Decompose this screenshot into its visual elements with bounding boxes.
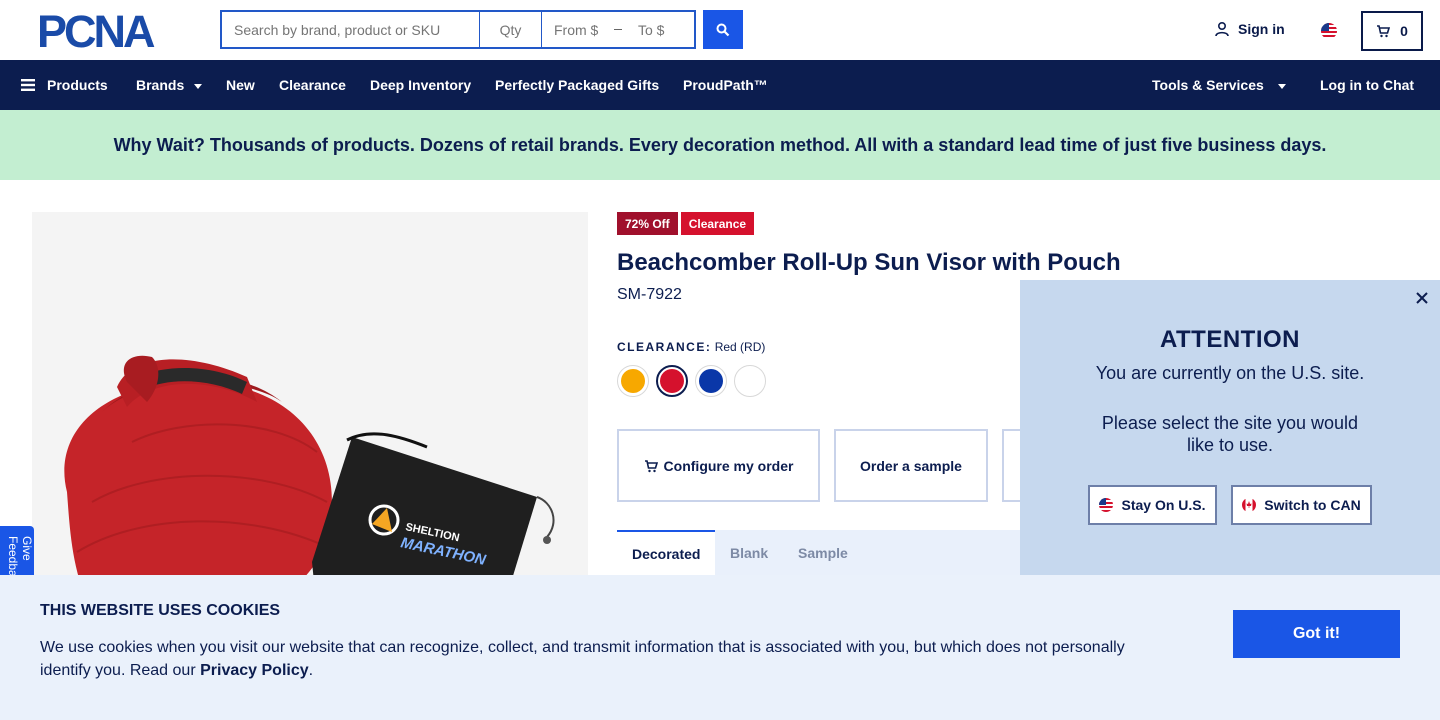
nav-chat-label: Log in to Chat [1320,77,1415,93]
privacy-policy-link[interactable]: Privacy Policy [200,662,309,679]
swatch-orange-dot [621,369,645,393]
promo-text: Why Wait? Thousands of products. Dozens … [113,134,1327,155]
product-title: Beachcomber Roll-Up Sun Visor with Pouch [617,249,1121,276]
cookie-banner: THIS WEBSITE USES COOKIES We use cookies… [0,575,1440,720]
switch-can-button[interactable]: Switch to CAN [1231,485,1372,525]
nav-proudpath[interactable]: ProudPath™ [683,60,768,110]
nav-deep-inventory[interactable]: Deep Inventory [370,60,471,110]
nav-proudpath-label: ProudPath™ [683,77,768,93]
cookie-period: . [308,662,314,679]
cart-icon [1377,25,1391,38]
nav-gifts[interactable]: Perfectly Packaged Gifts [495,60,659,110]
site-selection-popup: ATTENTION You are currently on the U.S. … [1020,280,1440,575]
order-sample-button[interactable]: Order a sample [834,429,988,502]
product-image[interactable]: SHELTION MARATHON [32,212,588,612]
search-button[interactable] [703,10,743,49]
cart-count: 0 [1400,23,1408,39]
color-label-prefix: CLEARANCE: [617,340,712,354]
nav-brands[interactable]: Brands [136,60,203,110]
main-nav: Products Brands New Clearance Deep Inven… [0,60,1440,110]
swatch-white[interactable] [734,365,766,397]
order-sample-label: Order a sample [860,457,962,474]
tab-blank[interactable]: Blank [730,530,768,575]
nav-new[interactable]: New [226,60,255,110]
tab-decorated-label: Decorated [632,545,701,562]
swatch-red-dot [660,369,684,393]
cart-button[interactable]: 0 [1361,11,1423,51]
cart-icon [644,459,658,472]
nav-gifts-label: Perfectly Packaged Gifts [495,77,660,93]
user-icon [1215,21,1229,37]
order-tabs: Decorated Blank Sample [617,530,1077,575]
us-flag-icon [1099,498,1114,512]
logo-text: PCNA [37,12,155,50]
color-value: Red (RD) [714,340,766,354]
attention-message-select: Please select the site you would like to… [1101,413,1359,455]
color-label: CLEARANCE: Red (RD) [617,340,765,354]
configure-order-button[interactable]: Configure my order [617,429,820,502]
tab-blank-label: Blank [730,544,769,561]
search-input[interactable] [222,12,480,47]
nav-clearance-label: Clearance [279,77,346,93]
color-swatches [617,365,766,397]
switch-can-label: Switch to CAN [1264,497,1361,513]
search-group [220,10,696,49]
price-to-input[interactable] [626,12,694,47]
nav-brands-label: Brands [136,77,185,93]
swatch-orange[interactable] [617,365,649,397]
nav-chat-login[interactable]: Log in to Chat [1320,60,1414,110]
nav-products-label: Products [47,77,108,93]
search-icon [716,23,730,36]
chevron-down-icon [1277,83,1286,89]
cookie-accept-button[interactable]: Got it! [1233,610,1400,658]
price-dash [614,29,622,30]
stay-us-label: Stay On U.S. [1121,497,1206,513]
product-sku: SM-7922 [617,286,682,303]
configure-order-label: Configure my order [663,457,794,474]
sign-in-link[interactable]: Sign in [1214,21,1285,37]
nav-products[interactable]: Products [21,60,108,110]
cookie-text: We use cookies when you visit our websit… [40,636,1150,682]
nav-deep-inventory-label: Deep Inventory [370,77,472,93]
hamburger-icon [21,79,35,91]
nav-tools-label: Tools & Services [1152,77,1264,93]
red-visor-illustration [64,355,332,612]
stay-us-button[interactable]: Stay On U.S. [1088,485,1217,525]
clearance-badge: Clearance [680,212,755,235]
product-photo: SHELTION MARATHON [64,355,555,612]
price-range [542,12,696,47]
swatch-white-dot [738,369,762,393]
nav-new-label: New [226,77,255,93]
price-from-input[interactable] [542,12,610,47]
tab-decorated[interactable]: Decorated [617,530,716,575]
pcna-logo[interactable]: PCNA [37,12,185,50]
nav-tools-services[interactable]: Tools & Services [1152,60,1286,110]
swatch-blue[interactable] [695,365,727,397]
cookie-title: THIS WEBSITE USES COOKIES [40,602,281,619]
swatch-blue-dot [699,369,723,393]
nav-clearance[interactable]: Clearance [279,60,346,110]
sign-in-label: Sign in [1238,21,1285,37]
swatch-red[interactable] [656,365,688,397]
attention-title: ATTENTION [1159,326,1301,353]
attention-message-current: You are currently on the U.S. site. [1095,363,1365,383]
promo-banner: Why Wait? Thousands of products. Dozens … [0,110,1440,180]
product-badges: 72% Off Clearance [617,212,755,235]
canada-flag-icon [1242,498,1257,512]
qty-input[interactable] [480,12,542,47]
us-flag-icon[interactable] [1321,23,1337,39]
tab-sample[interactable]: Sample [798,530,848,575]
close-icon[interactable] [1414,290,1430,306]
tab-sample-label: Sample [798,544,848,561]
discount-badge: 72% Off [617,212,678,235]
top-header: PCNA Sign in 0 [0,0,1440,60]
chevron-down-icon [194,83,203,89]
